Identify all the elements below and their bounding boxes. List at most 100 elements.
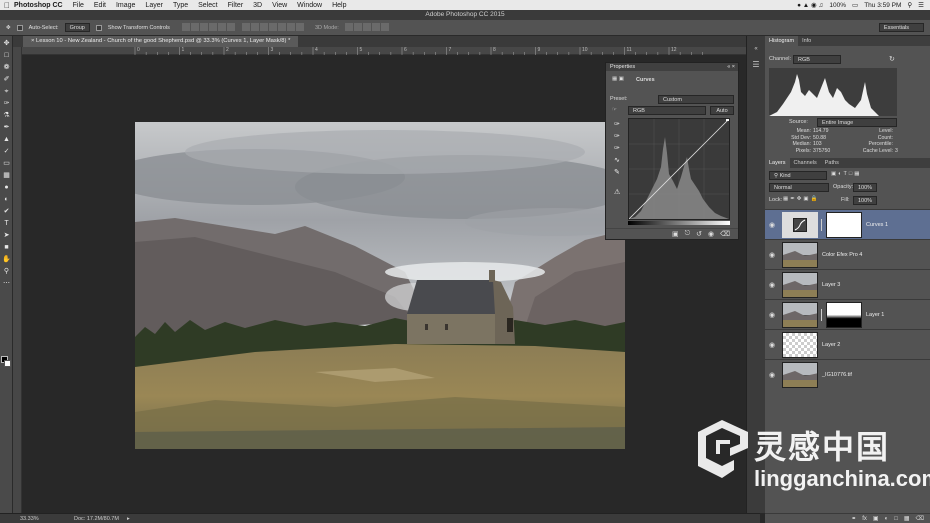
distribute-button[interactable] [250,22,259,31]
blur-tool-icon[interactable]: ● [2,183,11,192]
tab-channels[interactable]: Channels [790,158,821,168]
preset-dropdown[interactable]: Custom [658,95,734,104]
document-image[interactable] [135,122,625,449]
auto-select-dropdown[interactable]: Group [64,23,90,32]
new-layer-icon[interactable]: ▦ [904,515,910,522]
layer-thumbnail[interactable] [782,271,818,298]
layer-name[interactable]: Curves 1 [866,222,888,228]
auto-select-checkbox[interactable] [16,24,23,31]
layer-thumbnail[interactable] [782,301,818,328]
auto-button[interactable]: Auto [710,106,734,115]
status-icons[interactable]: ● ▲ ◉ ♫ [797,1,823,9]
menu-edit[interactable]: Edit [94,2,106,9]
menu-list-icon[interactable]: ☰ [918,1,924,9]
search-icon[interactable]: ⚲ [907,1,912,9]
fx-icon[interactable]: fx [862,516,867,522]
layer-row-layer-1[interactable]: ◉ Layer 1 [765,299,930,329]
quick-select-tool-icon[interactable]: ✐ [2,75,11,84]
layer-row-layer-3[interactable]: ◉ Layer 3 [765,269,930,299]
menu-layer[interactable]: Layer [145,2,163,9]
crop-tool-icon[interactable]: ⌖ [2,87,11,96]
tab-paths[interactable]: Paths [821,158,843,168]
background-color-swatch[interactable] [4,360,11,367]
layer-name[interactable]: Color Efex Pro 4 [822,252,862,258]
histogram-source-dropdown[interactable]: Entire Image [817,118,897,127]
3d-scale-button[interactable] [380,22,389,31]
layer-name[interactable]: Layer 1 [866,312,884,318]
path-select-tool-icon[interactable]: ➤ [2,231,11,240]
reset-icon[interactable]: ↺ [696,230,702,238]
type-tool-icon[interactable]: T [2,219,11,228]
ruler-horizontal[interactable]: 0 1 2 3 4 5 6 7 8 9 10 11 12 [22,47,746,55]
layer-filter-icons[interactable]: ▣◐T□▦ [831,171,861,177]
tab-info[interactable]: Info [798,36,815,46]
clock[interactable]: Thu 3:59 PM [864,2,901,9]
sample-white-eyedropper-icon[interactable]: ✑ [614,145,622,153]
layer-filter-dropdown[interactable]: ⚲ Kind [769,171,827,180]
menu-help[interactable]: Help [332,2,346,9]
shape-tool-icon[interactable]: ■ [2,243,11,252]
mask-link-icon[interactable] [821,218,824,231]
curves-adjustment-icon[interactable] [782,211,818,238]
align-right-button[interactable] [226,22,235,31]
gradient-tool-icon[interactable]: ▦ [2,171,11,180]
3d-orbit-button[interactable] [344,22,353,31]
document-tab[interactable]: × Lesson 10 - New Zealand - Church of th… [23,36,299,47]
fill-input[interactable]: 100% [853,196,877,205]
curves-graph[interactable] [628,118,730,220]
layer-row-layer-2[interactable]: ◉ Layer 2 [765,329,930,359]
visibility-eye-icon[interactable]: ◉ [765,371,779,379]
layer-name[interactable]: _IG10776.tif [822,372,852,378]
status-menu-arrow-icon[interactable]: ▸ [127,516,130,522]
menu-3d[interactable]: 3D [253,2,262,9]
menu-filter[interactable]: Filter [228,2,244,9]
layer-row-background-image[interactable]: ◉ _IG10776.tif [765,359,930,389]
hand-tool-icon[interactable]: ✋ [2,255,11,264]
show-transform-checkbox[interactable] [95,24,102,31]
curve-edit-icon[interactable]: ∿ [614,157,622,165]
tab-histogram[interactable]: Histogram [765,36,799,46]
3d-roll-button[interactable] [353,22,362,31]
visibility-eye-icon[interactable]: ◉ [765,221,779,229]
layer-mask-thumbnail[interactable] [826,211,862,238]
battery-icon[interactable]: ▭ [852,1,858,9]
healing-tool-icon[interactable]: ⚗ [2,111,11,120]
distribute-button[interactable] [286,22,295,31]
delete-layer-icon[interactable]: ⌫ [916,515,924,522]
3d-slide-button[interactable] [371,22,380,31]
layer-name[interactable]: Layer 2 [822,342,840,348]
layer-name[interactable]: Layer 3 [822,282,840,288]
document-size[interactable]: Doc: 17.2M/80.7M [40,516,119,522]
clone-stamp-tool-icon[interactable]: ▲ [2,135,11,144]
menu-type[interactable]: Type [173,2,188,9]
dodge-tool-icon[interactable]: ◐ [2,195,11,204]
battery-percent[interactable]: 100% [829,2,846,9]
visibility-eye-icon[interactable]: ◉ [708,230,714,238]
lasso-tool-icon[interactable]: ❁ [2,63,11,72]
move-tool-icon[interactable]: ✥ [6,25,11,31]
view-previous-icon[interactable]: ⎋ [685,230,691,238]
edit-toolbar-icon[interactable]: ⋯ [2,279,11,288]
blend-mode-dropdown[interactable]: Normal [769,183,829,192]
history-brush-tool-icon[interactable]: ✓ [2,147,11,156]
properties-header[interactable]: Properties « × [606,63,738,71]
menu-select[interactable]: Select [198,2,217,9]
dock-collapse-icon[interactable]: « [747,46,765,52]
menu-view[interactable]: View [272,2,287,9]
panel-collapse-icon[interactable]: « × [727,63,738,71]
brush-tool-icon[interactable]: ✒ [2,123,11,132]
layer-thumbnail[interactable] [782,241,818,268]
layer-mask-thumbnail[interactable] [826,301,862,328]
align-left-button[interactable] [208,22,217,31]
menu-image[interactable]: Image [116,2,135,9]
sample-gray-eyedropper-icon[interactable]: ✑ [614,133,622,141]
ruler-vertical[interactable] [13,47,22,513]
visibility-eye-icon[interactable]: ◉ [765,311,779,319]
move-tool-icon[interactable]: ✥ [2,39,11,48]
clipping-warning-icon[interactable]: ⚠ [614,189,622,197]
align-top-button[interactable] [181,22,190,31]
distribute-button[interactable] [268,22,277,31]
clip-to-layer-icon[interactable]: ▣ [672,230,679,238]
new-group-icon[interactable]: □ [894,516,898,522]
apple-icon[interactable]:  [0,1,14,10]
